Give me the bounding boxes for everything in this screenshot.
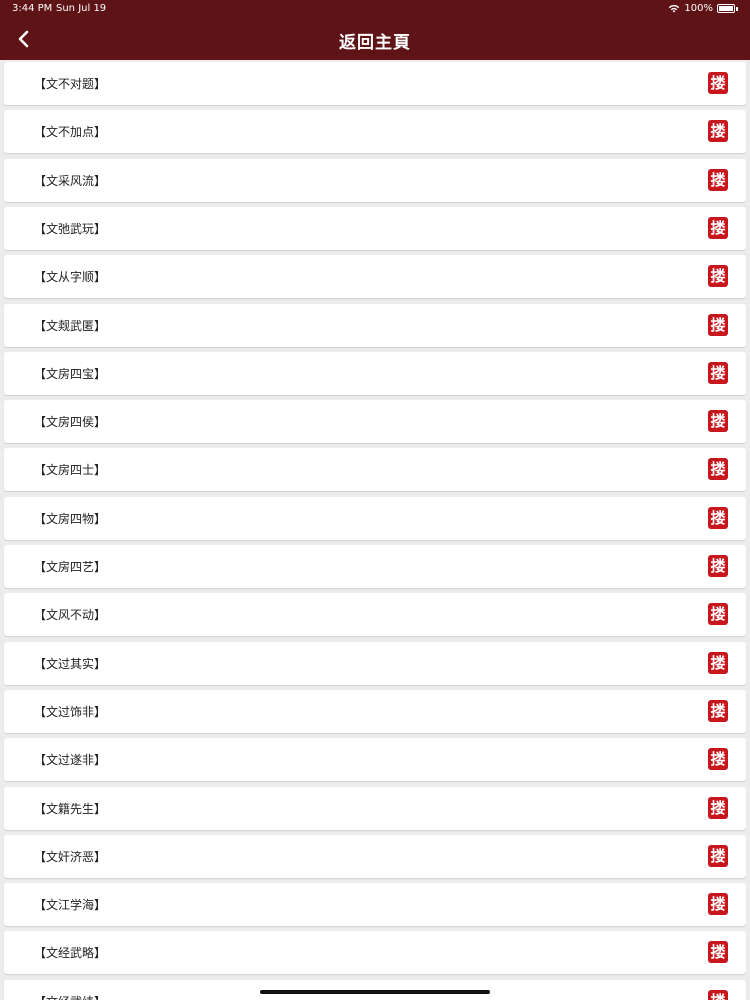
search-stamp-icon[interactable]: 搂 (708, 313, 728, 336)
list-item[interactable]: 【文弛武玩】 搂 (4, 206, 746, 250)
search-stamp-icon[interactable]: 搂 (708, 941, 728, 964)
status-bar: 3:44 PM Sun Jul 19 100% (0, 0, 750, 18)
list-item-label: 【文过其实】 (34, 656, 107, 671)
list-item-label: 【文籍先生】 (34, 801, 107, 816)
idiom-list: 【文不对题】搂【文不加点】搂【文采风流】搂【文弛武玩】搂【文从字顺】搂【文觌武匿… (0, 60, 750, 1000)
battery-icon (717, 4, 735, 13)
battery-tip (736, 6, 738, 11)
list-item[interactable]: 【文房四宝】 搂 (4, 351, 746, 395)
list-item-label: 【文风不动】 (34, 608, 107, 623)
list-item[interactable]: 【文过其实】 搂 (4, 641, 746, 685)
list-item[interactable]: 【文奸济恶】 搂 (4, 834, 746, 878)
list-item-label: 【文觌武匿】 (34, 318, 107, 333)
search-stamp-icon[interactable]: 搂 (708, 555, 728, 577)
list-item-label: 【文过遂非】 (34, 753, 107, 768)
search-stamp-icon[interactable]: 搂 (708, 893, 728, 916)
list-item[interactable]: 【文江学海】 搂 (4, 883, 746, 927)
search-stamp-icon[interactable]: 搂 (708, 361, 728, 384)
list-item-label: 【文不加点】 (34, 125, 107, 140)
list-item-label: 【文奸济恶】 (34, 849, 107, 864)
status-right: 100% (668, 3, 738, 14)
list-item[interactable]: 【文籍先生】 搂 (4, 786, 746, 830)
status-date: Sun Jul 19 (56, 3, 107, 14)
list-item-label: 【文房四士】 (34, 463, 107, 478)
list-item-label: 【文江学海】 (34, 898, 107, 913)
list-item[interactable]: 【文过遂非】 搂 (4, 738, 746, 782)
search-stamp-icon[interactable]: 搂 (708, 506, 728, 529)
list-item[interactable]: 【文经武略】 搂 (4, 931, 746, 975)
list-item-label: 【文弛武玩】 (34, 221, 107, 236)
list-item[interactable]: 【文觌武匿】 搂 (4, 303, 746, 347)
list-item-label: 【文经武略】 (34, 946, 107, 961)
list-item-label: 【文房四物】 (34, 511, 107, 526)
home-indicator[interactable] (260, 990, 490, 994)
wifi-icon (669, 5, 680, 13)
list-item[interactable]: 【文房四侯】 搂 (4, 400, 746, 444)
nav-bar: 返回主頁 (0, 18, 750, 60)
list-item-label: 【文从字顺】 (34, 270, 107, 285)
list-item-label: 【文房四艺】 (34, 560, 107, 574)
status-time: 3:44 PM (12, 3, 53, 14)
list-item[interactable]: 【文过饰非】 搂 (4, 689, 746, 733)
list-item-label: 【文采风流】 (34, 173, 107, 188)
list-item[interactable]: 【文不对题】 搂 (4, 62, 746, 105)
search-stamp-icon[interactable]: 搂 (708, 651, 728, 674)
battery-percent: 100% (684, 3, 713, 14)
search-stamp-icon[interactable]: 搂 (708, 265, 728, 288)
list-item[interactable]: 【文房四士】 搂 (4, 448, 746, 492)
list-item-label: 【文过饰非】 (34, 704, 107, 719)
list-item[interactable]: 【文采风流】 搂 (4, 158, 746, 202)
search-stamp-icon[interactable]: 搂 (708, 168, 728, 191)
list-item[interactable]: 【文房四艺】 搂 (4, 545, 746, 588)
list-item-label: 【文经武纬】 (34, 993, 106, 1000)
search-stamp-icon[interactable]: 搂 (708, 72, 728, 94)
search-stamp-icon[interactable]: 搂 (708, 603, 728, 626)
list-item[interactable]: 【文不加点】 搂 (4, 110, 746, 154)
search-stamp-icon[interactable]: 搂 (708, 410, 728, 433)
search-stamp-icon[interactable]: 搂 (708, 216, 728, 239)
list-item[interactable]: 【文风不动】 搂 (4, 593, 746, 637)
list-item[interactable]: 【文房四物】 搂 (4, 496, 746, 540)
search-stamp-icon[interactable]: 搂 (708, 844, 728, 867)
search-stamp-icon[interactable]: 搂 (708, 458, 728, 481)
search-stamp-icon[interactable]: 搂 (708, 796, 728, 819)
list-item[interactable]: 【文从字顺】 搂 (4, 255, 746, 299)
search-stamp-icon[interactable]: 搂 (708, 748, 728, 771)
page-title: 返回主頁 (339, 33, 411, 53)
list-item-label: 【文不对题】 (34, 77, 107, 91)
search-stamp-icon[interactable]: 搂 (708, 120, 728, 143)
search-stamp-icon[interactable]: 搂 (708, 699, 728, 722)
list-item-label: 【文房四侯】 (34, 415, 107, 430)
list-item-label: 【文房四宝】 (34, 366, 107, 381)
search-stamp-icon[interactable]: 搂 (708, 989, 728, 1000)
